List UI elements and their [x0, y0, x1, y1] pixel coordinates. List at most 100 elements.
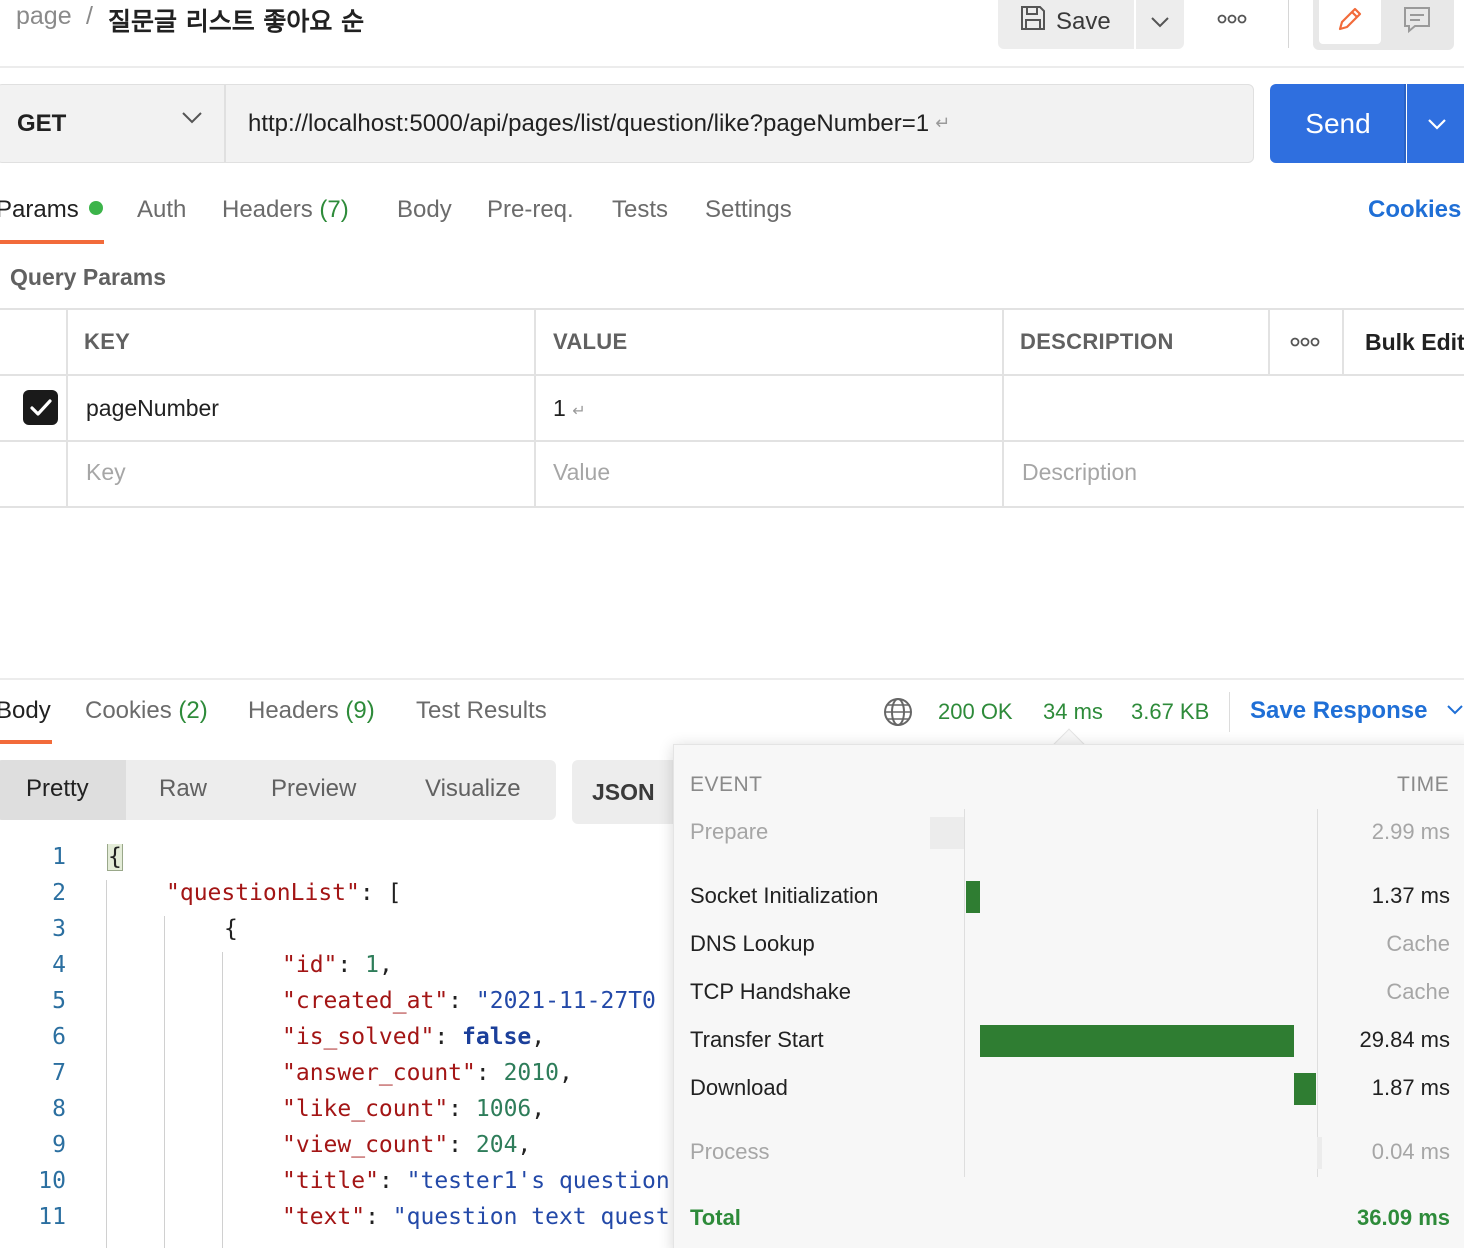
header-divider [1288, 0, 1289, 48]
format-select[interactable]: JSON [572, 760, 682, 824]
json-colon: : [448, 1096, 476, 1122]
cookies-link[interactable]: Cookies [1368, 196, 1461, 224]
json-string: "2021-11-27T0 [475, 988, 656, 1014]
json-comma: , [558, 1060, 573, 1086]
response-tab-headers[interactable]: Headers (9) [248, 697, 375, 725]
code-line: "answer_count": 2010, [282, 1060, 573, 1086]
active-tab-indicator [0, 240, 104, 244]
response-tab-cookies-label: Cookies [85, 697, 172, 724]
json-colon: : [365, 1204, 393, 1230]
json-key: "created_at" [282, 988, 449, 1014]
json-key: "view_count" [282, 1132, 449, 1158]
tab-tests[interactable]: Tests [612, 196, 668, 224]
column-options-button[interactable] [1290, 334, 1320, 352]
save-button[interactable]: Save [998, 0, 1134, 49]
response-tab-test-results[interactable]: Test Results [416, 697, 547, 725]
code-line: "created_at": "2021-11-27T0 [282, 988, 656, 1014]
view-preview-button[interactable]: Preview [271, 775, 356, 803]
param-key-cell[interactable]: pageNumber [86, 395, 219, 422]
globe-icon[interactable] [882, 696, 914, 733]
json-brace: { [107, 844, 123, 871]
pane-divider[interactable] [0, 678, 1464, 680]
save-response-label: Save Response [1250, 697, 1428, 724]
save-response-button[interactable]: Save Response [1250, 697, 1464, 725]
json-key: "answer_count" [282, 1060, 476, 1086]
more-options-button[interactable] [1212, 4, 1252, 34]
tab-params[interactable]: Params [0, 196, 103, 224]
table-border [1342, 308, 1344, 376]
view-pretty-button[interactable]: Pretty [26, 775, 89, 803]
param-enabled-checkbox[interactable] [23, 390, 58, 425]
save-label: Save [1056, 7, 1111, 35]
prepare-bar [930, 817, 964, 849]
tab-headers[interactable]: Headers (7) [222, 196, 349, 224]
json-key: "title" [282, 1168, 379, 1194]
send-button[interactable]: Send [1270, 84, 1406, 163]
request-name[interactable]: 질문글 리스트 좋아요 순 [108, 2, 364, 38]
timing-event-process: Process [690, 1139, 770, 1164]
event-column-header: EVENT [690, 773, 763, 796]
code-line: { [107, 844, 123, 871]
edit-mode-button[interactable] [1319, 0, 1381, 44]
table-border [1002, 308, 1004, 508]
bulk-edit-button[interactable]: Bulk Edit [1365, 329, 1464, 356]
save-options-button[interactable] [1136, 0, 1184, 49]
total-time: 36.09 ms [1357, 1205, 1450, 1230]
timing-event-dns-lookup: DNS Lookup [690, 931, 815, 956]
url-input[interactable]: http://localhost:5000/api/pages/list/que… [225, 84, 1254, 163]
code-line: "id": 1, [282, 952, 393, 978]
param-value-cell[interactable]: 1 ↵ [553, 395, 586, 422]
response-tab-cookies[interactable]: Cookies (2) [85, 697, 208, 725]
json-number: 204 [475, 1132, 518, 1158]
new-description-input[interactable]: Description [1022, 459, 1137, 486]
send-options-button[interactable] [1407, 84, 1464, 163]
socket-initialization-bar [966, 881, 980, 913]
more-icon [1217, 14, 1247, 24]
new-key-input[interactable]: Key [86, 459, 126, 486]
json-comma: , [531, 1024, 546, 1050]
response-body-editor[interactable]: 1 {2 "questionList": [3 {4 "id": 1, 5 "created… [0, 844, 674, 1248]
view-raw-button[interactable]: Raw [159, 775, 207, 803]
response-status[interactable]: 200 OK [938, 699, 1013, 725]
json-colon: : [448, 1132, 476, 1158]
comments-mode-button[interactable] [1386, 0, 1448, 42]
table-border [0, 374, 1464, 376]
json-key: "questionList" [166, 880, 360, 906]
json-key: "like_count" [282, 1096, 449, 1122]
timeline-start-line [964, 809, 965, 1177]
code-line: "questionList": [ [166, 880, 401, 906]
column-description-header: DESCRIPTION [1020, 329, 1174, 354]
url-text: http://localhost:5000/api/pages/list/que… [248, 109, 930, 137]
chevron-down-icon [1428, 119, 1446, 130]
json-key: "id" [282, 952, 338, 978]
breadcrumb-root[interactable]: page [16, 2, 72, 31]
view-visualize-button[interactable]: Visualize [425, 775, 521, 803]
timing-value-tcp-handshake: Cache [1386, 979, 1450, 1004]
breadcrumb-separator: / [86, 2, 93, 30]
json-number: 1 [365, 952, 379, 978]
line-number: 11 [38, 1204, 66, 1230]
response-size[interactable]: 3.67 KB [1131, 699, 1209, 725]
tab-prereq[interactable]: Pre-req. [487, 196, 574, 224]
checkmark-icon [29, 398, 52, 416]
code-line: "text": "question text quest [282, 1204, 670, 1230]
tab-settings[interactable]: Settings [705, 196, 792, 224]
tab-headers-count: (7) [319, 196, 349, 223]
tab-body[interactable]: Body [397, 196, 452, 224]
json-boolean: false [462, 1024, 532, 1050]
new-value-input[interactable]: Value [553, 459, 610, 486]
timing-value-process: 0.04 ms [1371, 1139, 1450, 1164]
json-key: "text" [282, 1204, 366, 1230]
json-string: "tester1's question [406, 1168, 670, 1194]
return-glyph: ↵ [935, 113, 951, 133]
json-colon: : [475, 1060, 504, 1086]
table-border [66, 308, 68, 508]
response-time[interactable]: 34 ms [1043, 699, 1103, 725]
response-tab-body[interactable]: Body [0, 697, 51, 725]
query-params-title: Query Params [10, 264, 166, 290]
line-number: 5 [52, 988, 66, 1014]
timing-event-transfer-start: Transfer Start [690, 1027, 824, 1052]
json-colon: : [378, 1168, 407, 1194]
line-number: 7 [52, 1060, 66, 1086]
tab-auth[interactable]: Auth [137, 196, 186, 224]
